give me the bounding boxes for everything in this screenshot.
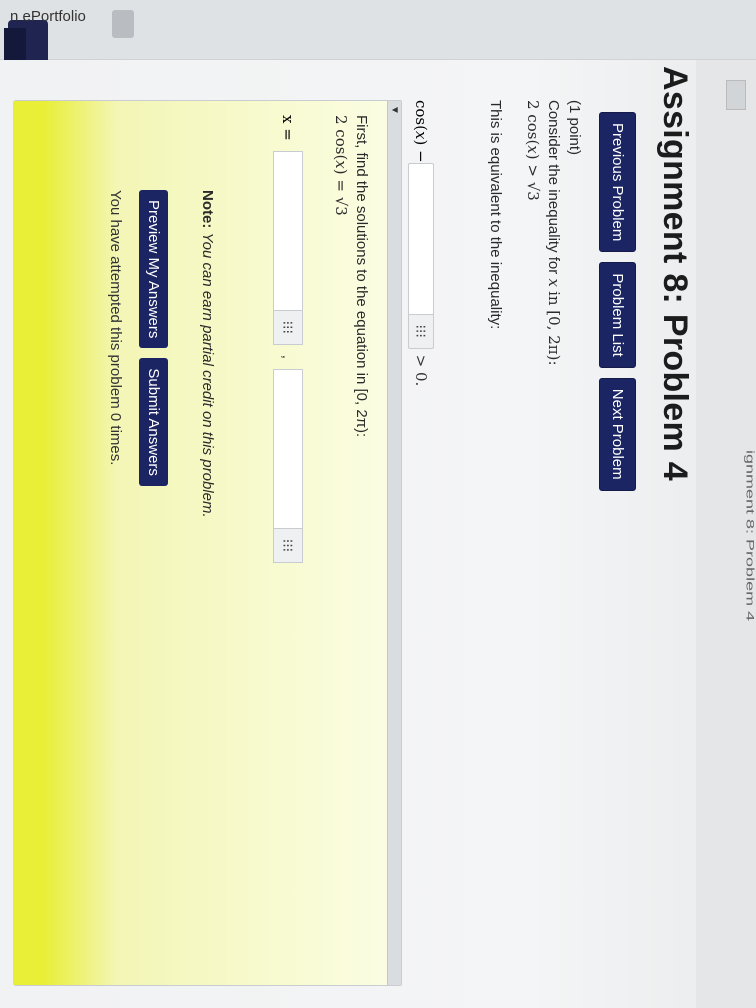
cos-prefix: cos( (412, 100, 430, 131)
inequality-answer-input[interactable] (408, 162, 434, 315)
equation-editor-icon[interactable]: ⁝⁝⁝ (273, 528, 303, 563)
partial-credit-note: Note: You can earn partial credit on thi… (199, 190, 216, 518)
inequality-statement: 2 cos(x) > √3 (523, 100, 543, 980)
main-content: Assignment 8: Problem 4 Previous Problem… (0, 0, 756, 1008)
cos-expression: cos(x) − (412, 100, 430, 163)
inequality-lhs: 2 cos( (524, 100, 542, 146)
submit-answers-button[interactable]: Submit Answers (139, 358, 168, 486)
problem-list-button[interactable]: Problem List (599, 262, 636, 368)
step-instruction: First, find the solutions to the equatio… (353, 115, 370, 438)
note-text: You can earn partial credit on this prob… (199, 232, 216, 518)
problem-statement: (1 point) Consider the inequality for x … (485, 100, 584, 980)
intro-text: Consider the inequality for (545, 100, 562, 275)
problem-points: (1 point) (566, 100, 583, 156)
interval-text: in [0, 2π): (545, 291, 563, 366)
sidebar-tab[interactable] (112, 10, 134, 38)
step-accordion-header[interactable]: ▼ (387, 101, 401, 985)
solution-separator: , (279, 354, 297, 359)
equivalent-inequality-row: cos(x) − ⁝⁝⁝ > 0. (408, 100, 434, 386)
equation-editor-icon[interactable]: ⁝⁝⁝ (408, 314, 434, 349)
step-equation: 2 cos(x) = √3 (331, 115, 351, 437)
solutions-row: x = ⁝⁝⁝ , ⁝⁝⁝ (273, 115, 303, 563)
left-sidebar: n ePortfolio (0, 0, 756, 60)
attempts-count: You have attempted this problem 0 times. (107, 190, 124, 466)
problem-navigation: Previous Problem Problem List Next Probl… (599, 112, 636, 491)
equation-rhs: ) = √3 (332, 168, 350, 216)
next-problem-button[interactable]: Next Problem (599, 377, 636, 491)
equation-editor-icon[interactable]: ⁝⁝⁝ (273, 310, 303, 345)
caret-down-icon[interactable]: ▼ (389, 105, 400, 115)
problem-intro: Consider the inequality for x in [0, 2π)… (543, 100, 564, 980)
equation-var: x (332, 160, 350, 169)
preview-answers-button[interactable]: Preview My Answers (139, 190, 168, 349)
equivalent-text: This is equivalent to the inequality: (487, 100, 504, 330)
note-label: Note: (199, 190, 216, 229)
x-equals-label: x = (279, 115, 297, 141)
page-title: Assignment 8: Problem 4 (656, 66, 694, 481)
solution-input-2[interactable] (273, 368, 303, 529)
variable-x: x (545, 278, 563, 287)
previous-problem-button[interactable]: Previous Problem (599, 112, 636, 253)
sidebar-tab-marker (4, 28, 26, 60)
inequality-var: x (524, 145, 542, 154)
equation-lhs: 2 cos( (332, 115, 350, 161)
solution-input-1[interactable] (273, 150, 303, 311)
cos-suffix: ) − (412, 139, 430, 163)
sidebar-item-eportfolio[interactable]: n ePortfolio (10, 8, 86, 25)
screen-stage: ignment 8: Problem 4 Assignment 8: Probl… (0, 0, 756, 1008)
inequality-rhs: ) > √3 (524, 153, 542, 201)
answer-buttons: Preview My Answers Submit Answers (139, 190, 168, 486)
step-content: First, find the solutions to the equatio… (331, 115, 371, 437)
greater-than-zero: > 0. (412, 354, 430, 387)
problem-panel: (1 point) Consider the inequality for x … (13, 100, 584, 998)
